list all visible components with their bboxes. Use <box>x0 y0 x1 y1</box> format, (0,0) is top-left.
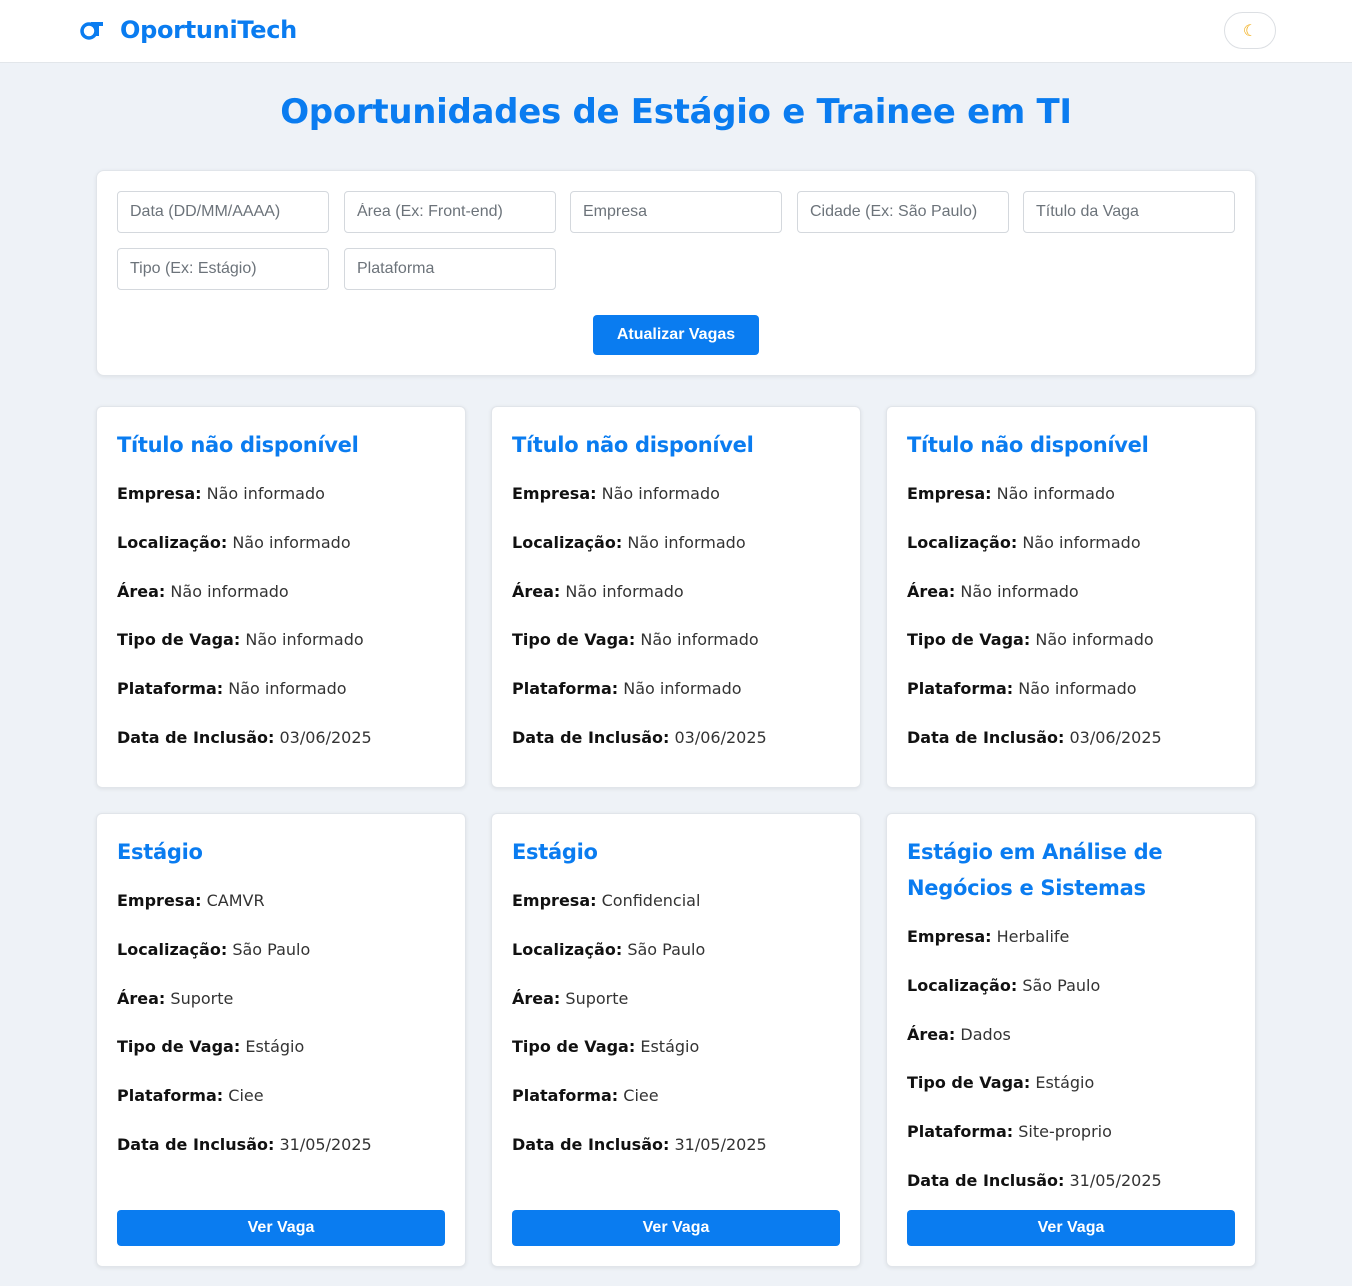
job-date: Data de Inclusão: 03/06/2025 <box>117 727 372 747</box>
job-location: Localização: São Paulo <box>117 939 311 959</box>
job-date: Data de Inclusão: 03/06/2025 <box>907 727 1162 747</box>
job-location: Localização: São Paulo <box>907 975 1101 995</box>
brand-name: OportuniTech <box>120 16 297 44</box>
job-card: Estágio Empresa: CAMVR Localização: São … <box>96 813 466 1267</box>
view-job-button[interactable]: Ver Vaga <box>117 1210 445 1246</box>
update-jobs-button[interactable]: Atualizar Vagas <box>593 315 759 355</box>
job-area: Área: Suporte <box>512 988 629 1008</box>
job-area: Área: Dados <box>907 1024 1011 1044</box>
job-type: Tipo de Vaga: Estágio <box>512 1037 700 1057</box>
company-filter-input[interactable] <box>570 191 782 233</box>
page-title: Oportunidades de Estágio e Trainee em TI <box>280 92 1072 132</box>
logo-icon <box>80 19 104 41</box>
job-card: Título não disponível Empresa: Não infor… <box>886 406 1256 788</box>
job-date: Data de Inclusão: 31/05/2025 <box>117 1134 372 1154</box>
job-date: Data de Inclusão: 31/05/2025 <box>907 1170 1162 1190</box>
job-area: Área: Não informado <box>117 581 289 601</box>
job-title: Título não disponível <box>907 433 1149 457</box>
job-location: Localização: Não informado <box>117 532 351 552</box>
title-filter-input[interactable] <box>1023 191 1235 233</box>
job-card: Título não disponível Empresa: Não infor… <box>96 406 466 788</box>
job-location: Localização: Não informado <box>512 532 746 552</box>
job-title: Estágio <box>512 840 598 864</box>
job-platform: Plataforma: Não informado <box>907 679 1137 699</box>
job-type: Tipo de Vaga: Não informado <box>512 630 759 650</box>
brand[interactable]: OportuniTech <box>80 16 297 44</box>
job-company: Empresa: Não informado <box>907 484 1115 503</box>
job-area: Área: Suporte <box>117 988 234 1008</box>
job-location: Localização: Não informado <box>907 532 1141 552</box>
job-platform: Plataforma: Não informado <box>117 679 347 699</box>
job-location: Localização: São Paulo <box>512 939 706 959</box>
job-card: Título não disponível Empresa: Não infor… <box>491 406 861 788</box>
job-title: Estágio <box>117 840 203 864</box>
platform-filter-input[interactable] <box>344 248 556 290</box>
theme-toggle-button[interactable]: ☾ <box>1224 12 1276 49</box>
job-company: Empresa: Confidencial <box>512 891 701 910</box>
area-filter-input[interactable] <box>344 191 556 233</box>
moon-icon: ☾ <box>1242 21 1258 40</box>
job-title: Título não disponível <box>512 433 754 457</box>
job-date: Data de Inclusão: 31/05/2025 <box>512 1134 767 1154</box>
job-platform: Plataforma: Site-proprio <box>907 1122 1112 1142</box>
view-job-button[interactable]: Ver Vaga <box>907 1210 1235 1246</box>
job-title: Título não disponível <box>117 433 359 457</box>
type-filter-input[interactable] <box>117 248 329 290</box>
job-area: Área: Não informado <box>907 581 1079 601</box>
job-title: Estágio em Análise de Negócios e Sistema… <box>907 840 1163 900</box>
job-company: Empresa: Herbalife <box>907 927 1070 946</box>
job-card: Estágio Empresa: Confidencial Localizaçã… <box>491 813 861 1267</box>
date-filter-input[interactable] <box>117 191 329 233</box>
job-type: Tipo de Vaga: Não informado <box>907 630 1154 650</box>
job-company: Empresa: Não informado <box>117 484 325 503</box>
job-company: Empresa: CAMVR <box>117 891 265 910</box>
navbar: OportuniTech ☾ <box>0 0 1352 63</box>
job-card: Estágio em Análise de Negócios e Sistema… <box>886 813 1256 1267</box>
job-type: Tipo de Vaga: Estágio <box>907 1073 1095 1093</box>
job-platform: Plataforma: Ciee <box>512 1086 659 1106</box>
job-area: Área: Não informado <box>512 581 684 601</box>
job-company: Empresa: Não informado <box>512 484 720 503</box>
job-date: Data de Inclusão: 03/06/2025 <box>512 727 767 747</box>
filters-panel: Atualizar Vagas <box>96 170 1256 376</box>
job-type: Tipo de Vaga: Estágio <box>117 1037 305 1057</box>
view-job-button[interactable]: Ver Vaga <box>512 1210 840 1246</box>
job-type: Tipo de Vaga: Não informado <box>117 630 364 650</box>
job-platform: Plataforma: Ciee <box>117 1086 264 1106</box>
job-platform: Plataforma: Não informado <box>512 679 742 699</box>
city-filter-input[interactable] <box>797 191 1009 233</box>
